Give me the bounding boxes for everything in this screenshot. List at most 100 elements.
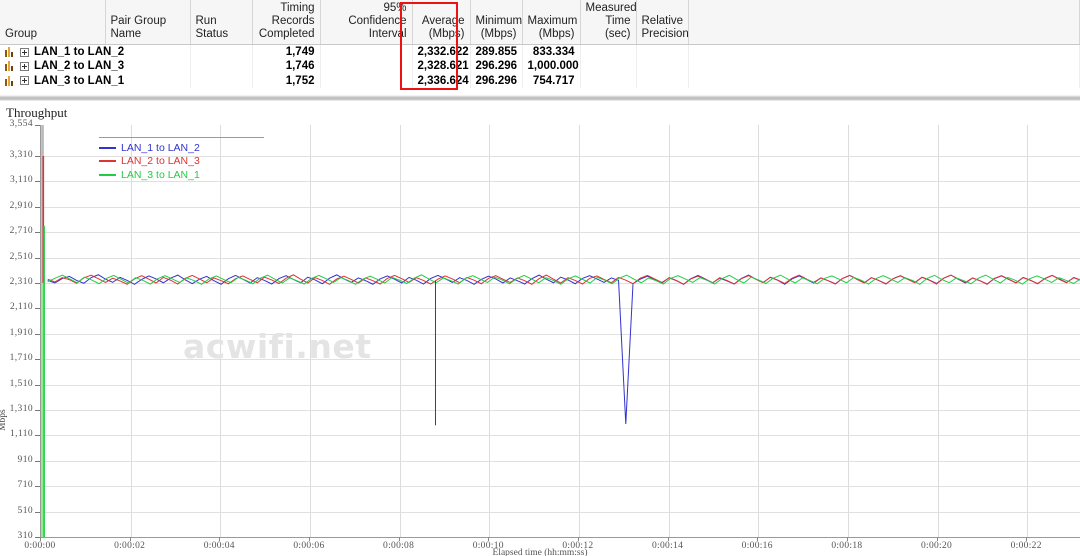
y-tick-label: 3,110	[0, 175, 33, 185]
table-row[interactable]: LAN_2 to LAN_31,7462,328.621296.2961,000…	[0, 59, 1080, 74]
legend-label-lan2-lan3: LAN_2 to LAN_3	[121, 155, 200, 167]
cell-timing_records: 1,749	[252, 45, 320, 60]
table-row[interactable]: LAN_3 to LAN_11,7522,336.624296.296754.7…	[0, 74, 1080, 89]
trace-lan-3-to-lan-1	[48, 275, 1080, 284]
expand-plus-icon[interactable]	[20, 76, 29, 85]
y-tick-label: 2,910	[0, 201, 33, 211]
watermark: acwifi.net	[183, 327, 371, 366]
y-tick-label: 3,554	[0, 119, 33, 129]
legend-item[interactable]: LAN_1 to LAN_2	[99, 141, 264, 155]
cell-average: 2,328.621	[412, 59, 470, 74]
table-header-spacer	[688, 0, 1080, 45]
cell-measured_time	[580, 74, 636, 89]
y-tick-mark	[35, 181, 40, 182]
table-header-maximum[interactable]: Maximum(Mbps)	[522, 0, 580, 45]
table-header-minimum[interactable]: Minimum(Mbps)	[470, 0, 522, 45]
y-tick-mark	[35, 156, 40, 157]
y-tick-mark	[35, 258, 40, 259]
legend-item[interactable]: LAN_3 to LAN_1	[99, 168, 264, 182]
y-tick-label: 1,110	[0, 429, 33, 439]
legend-label-lan1-lan2: LAN_1 to LAN_2	[121, 142, 200, 154]
x-tick-mark	[578, 537, 579, 541]
cell-run_status	[190, 74, 252, 89]
x-axis-label: Elapsed time (hh:mm:ss)	[0, 548, 1080, 556]
cell-group: LAN_1 to LAN_2	[0, 45, 105, 60]
cell-spacer	[688, 45, 1080, 60]
expand-plus-icon[interactable]	[20, 48, 29, 57]
group-label: LAN_1 to LAN_2	[34, 46, 124, 58]
results-table: GroupPair GroupNameRun StatusTiming Reco…	[0, 0, 1080, 88]
x-tick-mark	[488, 537, 489, 541]
x-tick-mark	[399, 537, 400, 541]
table-header-group[interactable]: Group	[0, 0, 105, 45]
bar-chart-icon	[5, 61, 15, 71]
cell-average: 2,332.622	[412, 45, 470, 60]
cell-spacer	[688, 59, 1080, 74]
legend-swatch-lan1-lan2	[99, 147, 116, 149]
x-tick-mark	[847, 537, 848, 541]
cell-timing_records: 1,752	[252, 74, 320, 89]
table-header-relative_precision[interactable]: RelativePrecision	[636, 0, 688, 45]
expand-plus-icon[interactable]	[20, 62, 29, 71]
table-header-confidence[interactable]: 95% ConfidenceInterval	[320, 0, 412, 45]
cell-confidence	[320, 45, 412, 60]
y-tick-mark	[35, 410, 40, 411]
y-tick-mark	[35, 283, 40, 284]
y-tick-mark	[35, 461, 40, 462]
cell-confidence	[320, 74, 412, 89]
y-tick-mark	[35, 435, 40, 436]
y-tick-label: 2,710	[0, 226, 33, 236]
table-body: LAN_1 to LAN_2 1,749 2,332.622289.855833.3…	[0, 45, 1080, 89]
y-tick-label: 1,910	[0, 328, 33, 338]
table-header-run_status[interactable]: Run Status	[190, 0, 252, 45]
cell-minimum: 296.296	[470, 59, 522, 74]
y-tick-mark	[35, 334, 40, 335]
legend-item[interactable]: LAN_2 to LAN_3	[99, 155, 264, 169]
x-tick-mark	[757, 537, 758, 541]
cell-confidence	[320, 59, 412, 74]
table-header-average[interactable]: Average(Mbps)	[412, 0, 470, 45]
legend-label-lan3-lan1: LAN_3 to LAN_1	[121, 169, 200, 181]
group-label: LAN_3 to LAN_1	[34, 75, 124, 87]
cell-relative_precision	[636, 59, 688, 74]
cell-group: LAN_2 to LAN_3	[0, 59, 105, 74]
y-tick-label: 1,310	[0, 404, 33, 414]
y-tick-mark	[35, 207, 40, 208]
plot-region: acwifi.net LAN_1 to LAN_2 LAN_2 to LAN_3…	[40, 125, 1080, 537]
cell-timing_records: 1,746	[252, 59, 320, 74]
y-tick-mark	[35, 385, 40, 386]
cell-maximum: 833.334	[522, 45, 580, 60]
x-tick-mark	[937, 537, 938, 541]
y-tick-mark	[35, 512, 40, 513]
y-tick-label: 1,710	[0, 353, 33, 363]
x-tick-mark	[40, 537, 41, 541]
y-tick-mark	[35, 125, 40, 126]
y-tick-mark	[35, 308, 40, 309]
y-tick-label: 2,310	[0, 277, 33, 287]
table-row[interactable]: LAN_1 to LAN_2 1,749 2,332.622289.855833.3…	[0, 45, 1080, 60]
y-tick-mark	[35, 232, 40, 233]
bar-chart-icon	[5, 76, 15, 86]
cell-minimum: 289.855	[470, 45, 522, 60]
bar-chart-icon	[5, 47, 15, 57]
y-tick-mark	[35, 486, 40, 487]
table-header-measured_time[interactable]: MeasuredTime (sec)	[580, 0, 636, 45]
cell-relative_precision	[636, 74, 688, 89]
throughput-report-window: GroupPair GroupNameRun StatusTiming Reco…	[0, 0, 1080, 556]
y-tick-label: 310	[0, 531, 33, 541]
x-tick-mark	[1026, 537, 1027, 541]
y-tick-label: 1,510	[0, 379, 33, 389]
cell-relative_precision	[636, 45, 688, 60]
cell-measured_time	[580, 45, 636, 60]
table-header-row: GroupPair GroupNameRun StatusTiming Reco…	[0, 0, 1080, 45]
y-tick-mark	[35, 359, 40, 360]
y-tick-label: 910	[0, 455, 33, 465]
y-tick-label: 510	[0, 506, 33, 516]
x-axis-line	[40, 537, 1080, 538]
table-header-pair_group_name[interactable]: Pair GroupName	[105, 0, 190, 45]
table-header-timing_records[interactable]: Timing RecordsCompleted	[252, 0, 320, 45]
legend-swatch-lan2-lan3	[99, 160, 116, 162]
x-tick-mark	[130, 537, 131, 541]
cell-spacer	[688, 74, 1080, 89]
results-table-panel: GroupPair GroupNameRun StatusTiming Reco…	[0, 0, 1080, 96]
